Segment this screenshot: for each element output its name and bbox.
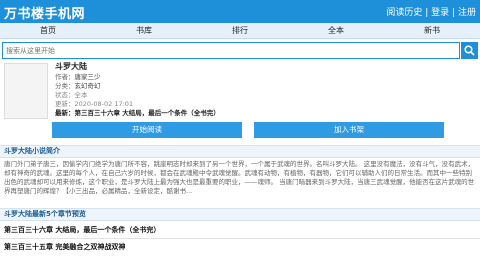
top-bar: 万书楼手机网 阅读历史 | 登录 | 注册 [0, 0, 480, 23]
book-latest-row: 最新：第三百三十六章 大结局，最后一个条件（全书完） [55, 109, 220, 118]
author-label: 作者： [55, 73, 75, 81]
status-label: 状态： [55, 91, 75, 99]
search-bar [2, 42, 478, 59]
nav-item-home[interactable]: 首页 [0, 23, 96, 38]
search-icon [464, 45, 475, 56]
header-separator: | [452, 8, 456, 18]
start-reading-button[interactable]: 开始阅读 [52, 122, 242, 138]
nav-item-ranking[interactable]: 排行 [192, 23, 288, 38]
nav-item-completed[interactable]: 全本 [288, 23, 384, 38]
header-links: 阅读历史 | 登录 | 注册 [386, 5, 476, 18]
book-category[interactable]: 玄幻奇幻 [75, 82, 101, 90]
chapter-item[interactable]: 第三百三十五章 完美融合之双神战双神 [4, 242, 476, 252]
login-link[interactable]: 登录 [431, 8, 449, 18]
book-updated-row: 更新：2020-08-02 17:01 [55, 100, 220, 109]
nav-item-new-books[interactable]: 新书 [384, 23, 480, 38]
book-status: 全本 [74, 91, 88, 99]
register-link[interactable]: 注册 [458, 8, 476, 18]
main-nav: 首页 书库 排行 全本 新书 [0, 23, 480, 39]
book-title: 斗罗大陆 [55, 62, 87, 71]
site-logo[interactable]: 万书楼手机网 [4, 3, 85, 22]
chapter-item[interactable]: 第三百三十六章 大结局，最后一个条件（全书完） [4, 225, 476, 235]
book-author-row: 作者：唐家三少 [55, 73, 220, 82]
header-separator: | [425, 8, 429, 18]
chapters-heading: 斗罗大陆最新5个章节预览 [0, 208, 480, 221]
book-status-row: 状态：全本 [55, 91, 220, 100]
intro-text: 唐门外门弟子唐三，因偷学内门绝学为唐门所不容，跳崖明志时却来到了另一个世界，一个… [4, 160, 475, 195]
book-info: 斗罗大陆 作者：唐家三少 分类：玄幻奇幻 状态：全本 更新：2020-08-02… [55, 62, 220, 118]
book-category-row: 分类：玄幻奇幻 [55, 82, 220, 91]
book-updated: 2020-08-02 17:01 [74, 100, 134, 108]
reading-history-link[interactable]: 阅读历史 [386, 8, 422, 18]
category-label: 分类： [55, 82, 75, 90]
book-author[interactable]: 唐家三少 [75, 73, 101, 81]
search-input[interactable] [2, 42, 460, 59]
intro-heading: 斗罗大陆小说简介 [0, 145, 480, 158]
nav-item-library[interactable]: 书库 [96, 23, 192, 38]
latest-label: 最新： [55, 109, 75, 117]
search-button[interactable] [461, 42, 478, 59]
book-latest-chapter[interactable]: 第三百三十六章 大结局，最后一个条件（全书完） [75, 109, 220, 117]
updated-label: 更新： [55, 100, 75, 108]
book-cover[interactable] [4, 63, 48, 119]
chapter-divider [0, 238, 480, 239]
add-to-shelf-button[interactable]: 加入书架 [254, 122, 444, 138]
